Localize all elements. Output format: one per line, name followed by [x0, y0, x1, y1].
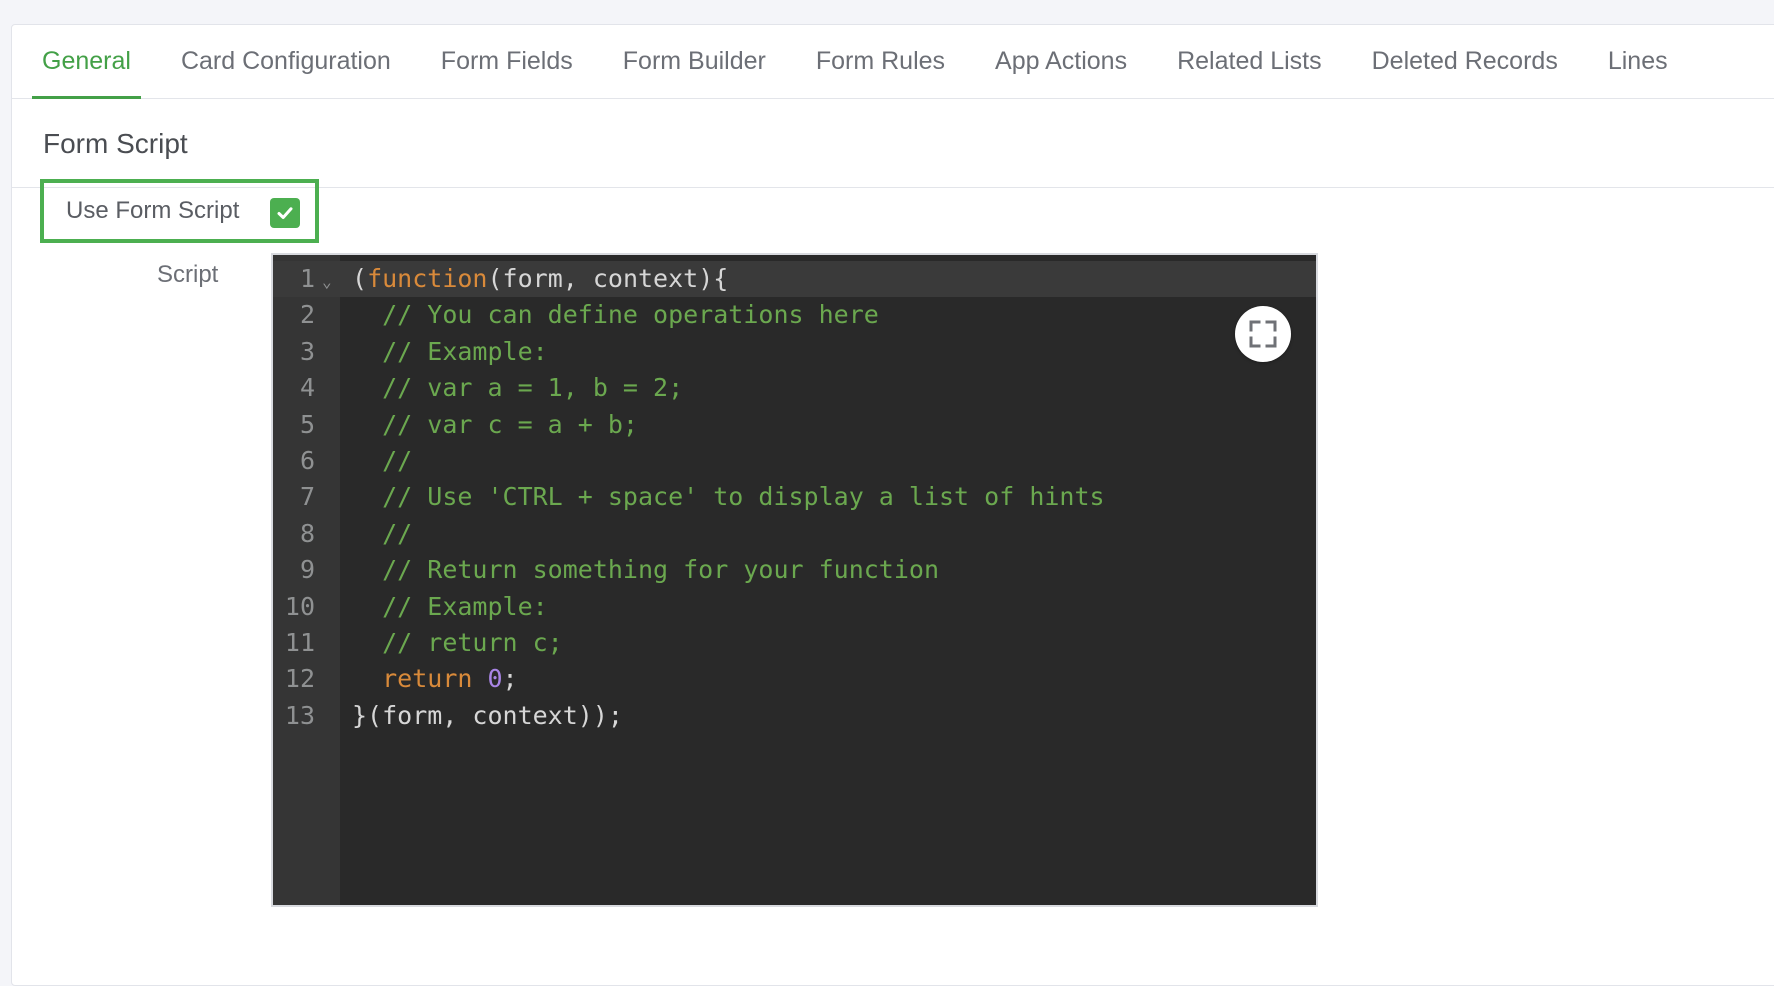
- line-number: 4: [299, 373, 315, 403]
- code-text: // var a = 1, b = 2;: [382, 373, 684, 403]
- code-text: // Example:: [382, 591, 548, 621]
- code-line[interactable]: 3 // Example:: [273, 334, 1316, 370]
- line-number: 2: [299, 300, 315, 330]
- line-number: 13: [284, 700, 315, 730]
- fullscreen-button[interactable]: [1235, 306, 1291, 362]
- tab-form-fields[interactable]: Form Fields: [431, 25, 583, 98]
- tab-label: Deleted Records: [1371, 47, 1558, 75]
- line-number: 9: [299, 555, 315, 585]
- line-number: 7: [299, 482, 315, 512]
- tab-label: Related Lists: [1177, 47, 1322, 75]
- code-text: // Example:: [382, 336, 548, 366]
- code-line[interactable]: 2 // You can define operations here: [273, 297, 1316, 333]
- tab-lines[interactable]: Lines: [1598, 25, 1678, 98]
- code-text: (function(form, context){: [352, 264, 729, 293]
- code-line[interactable]: 1 ⌄ (function(form, context){: [273, 261, 1316, 300]
- code-line[interactable]: 7 // Use 'CTRL + space' to display a lis…: [273, 479, 1316, 515]
- code-line[interactable]: 5 // var c = a + b;: [273, 407, 1316, 443]
- code-text: // return c;: [382, 627, 563, 657]
- tab-label: General: [42, 47, 131, 75]
- tab-card-configuration[interactable]: Card Configuration: [171, 25, 401, 98]
- line-number: 1: [299, 264, 315, 293]
- line-number: 5: [299, 409, 315, 439]
- line-number: 8: [299, 518, 315, 548]
- code-lines: 1 ⌄ (function(form, context){ 2 // You can …: [273, 261, 1316, 734]
- tab-label: App Actions: [995, 47, 1128, 75]
- tab-label: Form Fields: [440, 47, 573, 75]
- use-form-script-toggle[interactable]: Use Form Script: [40, 179, 319, 243]
- code-line[interactable]: 13 }(form, context));: [273, 698, 1316, 734]
- script-label: Script: [157, 261, 219, 288]
- line-number: 12: [284, 664, 315, 694]
- tab-label: Form Builder: [622, 47, 766, 75]
- tab-related-lists[interactable]: Related Lists: [1167, 25, 1332, 98]
- code-text: // var c = a + b;: [382, 409, 638, 439]
- code-text: }(form, context));: [352, 700, 623, 730]
- code-text: return 0;: [382, 664, 518, 694]
- code-line[interactable]: 9 // Return something for your function: [273, 552, 1316, 588]
- section-title: Form Script: [43, 128, 188, 159]
- tab-form-rules[interactable]: Form Rules: [806, 25, 955, 98]
- tab-form-builder[interactable]: Form Builder: [613, 25, 776, 98]
- line-number: 11: [284, 627, 315, 657]
- code-text: // You can define operations here: [382, 300, 879, 330]
- line-number: 6: [299, 445, 315, 475]
- code-text: // Return something for your function: [382, 555, 940, 585]
- code-editor[interactable]: 1 ⌄ (function(form, context){ 2 // You can …: [271, 253, 1318, 907]
- code-text: //: [382, 445, 413, 475]
- code-text: // Use 'CTRL + space' to display a list …: [382, 482, 1105, 512]
- tab-label: Form Rules: [815, 47, 946, 75]
- code-line[interactable]: 6 //: [273, 443, 1316, 479]
- line-number: 3: [299, 336, 315, 366]
- code-line[interactable]: 8 //: [273, 516, 1316, 552]
- use-form-script-label: Use Form Script: [66, 197, 240, 224]
- code-line[interactable]: 4 // var a = 1, b = 2;: [273, 370, 1316, 406]
- code-line[interactable]: 11 // return c;: [273, 625, 1316, 661]
- tab-label: Card Configuration: [180, 47, 391, 75]
- tab-deleted-records[interactable]: Deleted Records: [1362, 25, 1568, 98]
- fold-chevron-icon[interactable]: ⌄: [322, 264, 332, 300]
- check-icon: [277, 207, 293, 219]
- tab-general[interactable]: General: [32, 25, 141, 99]
- use-form-script-checkbox[interactable]: [270, 198, 300, 228]
- section-header: Form Script: [12, 98, 1774, 188]
- code-text: //: [382, 518, 413, 548]
- line-number: 10: [284, 591, 315, 621]
- code-line[interactable]: 12 return 0;: [273, 661, 1316, 697]
- tab-label: Lines: [1607, 47, 1668, 75]
- fullscreen-icon: [1249, 320, 1277, 348]
- code-line[interactable]: 10 // Example:: [273, 589, 1316, 625]
- tab-app-actions[interactable]: App Actions: [985, 25, 1137, 98]
- tab-bar: General Card Configuration Form Fields F…: [12, 25, 1774, 99]
